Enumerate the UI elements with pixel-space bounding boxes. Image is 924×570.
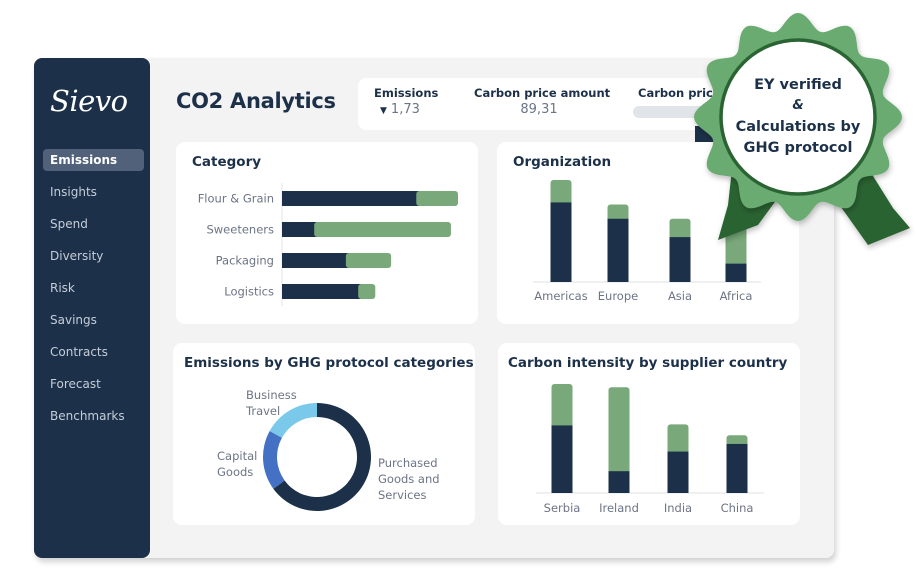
- intensity-chart: Serbia Ireland India China: [536, 384, 764, 515]
- kpi-emissions-value: ▼ 1,73: [374, 102, 438, 117]
- page-title: CO2 Analytics: [176, 89, 336, 113]
- badge-line-4: GHG protocol: [744, 140, 853, 156]
- ghg-slice-label-line: Purchased: [378, 456, 438, 470]
- ghg-slice-label-line: Goods: [217, 465, 253, 479]
- triangle-down-icon: ▼: [380, 106, 387, 116]
- sidebar-item-forecast[interactable]: Forecast: [43, 373, 144, 395]
- ghg-slice-label-line: Goods and: [378, 472, 440, 486]
- ghg-card: Emissions by GHG protocol categories Pur…: [173, 343, 475, 525]
- intensity-category-label: China: [721, 501, 754, 515]
- category-bar-base: [282, 253, 349, 268]
- intensity-bar-additional: [667, 424, 689, 455]
- kpi-carbon-price-amount-value: 89,31: [520, 102, 558, 117]
- sidebar-item-benchmarks[interactable]: Benchmarks: [43, 405, 144, 427]
- ey-verified-badge: EY verified & Calculations by GHG protoc…: [688, 10, 924, 255]
- sidebar-item-contracts[interactable]: Contracts: [43, 341, 144, 363]
- category-label: Packaging: [216, 254, 274, 268]
- kpi-carbon-price-amount: Carbon price amount 89,31: [474, 86, 611, 117]
- sidebar: Sievo Emissions Insights Spend Diversity…: [34, 58, 150, 558]
- category-chart: Flour & Grain Sweeteners Packaging Logistic…: [198, 183, 458, 306]
- organization-bar-base-overlay: [725, 263, 747, 282]
- category-bar-base: [282, 222, 318, 237]
- sidebar-item-insights[interactable]: Insights: [43, 181, 144, 203]
- category-bar-additional: [345, 253, 392, 268]
- sidebar-item-spend[interactable]: Spend: [43, 213, 144, 235]
- sidebar-nav: Emissions Insights Spend Diversity Risk …: [43, 149, 144, 437]
- ghg-slice-label: Capital Goods: [217, 449, 257, 479]
- intensity-card: Carbon intensity by supplier country Ser…: [498, 343, 800, 525]
- intensity-category-label: India: [664, 501, 692, 515]
- badge-line-3: Calculations by: [736, 119, 861, 135]
- intensity-bar-base-overlay: [726, 443, 748, 493]
- organization-category-label: Europe: [598, 289, 638, 303]
- category-label: Sweeteners: [206, 223, 274, 237]
- organization-bar-base-overlay: [607, 218, 629, 282]
- sievo-logo: Sievo: [50, 84, 128, 118]
- kpi-carbon-price-amount-label: Carbon price amount: [474, 86, 611, 100]
- sidebar-item-risk[interactable]: Risk: [43, 277, 144, 299]
- kpi-emissions-number: 1,73: [390, 102, 420, 117]
- intensity-bar-base-overlay: [551, 425, 573, 493]
- category-bar-additional: [358, 284, 376, 299]
- category-label: Logistics: [224, 285, 274, 299]
- ghg-slice-label-line: Travel: [245, 404, 280, 418]
- organization-bar-base-overlay: [550, 202, 572, 282]
- kpi-emissions: Emissions ▼ 1,73: [374, 86, 438, 117]
- category-card: Category Flour & Grain Sweeteners Packagin…: [176, 142, 478, 324]
- sidebar-item-diversity[interactable]: Diversity: [43, 245, 144, 267]
- intensity-bar-base-overlay: [667, 451, 689, 493]
- intensity-bar-additional: [608, 387, 630, 475]
- badge-inner: [727, 46, 869, 188]
- ghg-slice-label: Purchased Goods and Services: [378, 456, 440, 502]
- ghg-slice: [263, 430, 285, 489]
- ghg-slice-label-line: Capital: [217, 449, 257, 463]
- intensity-category-label: Ireland: [599, 501, 639, 515]
- category-bar-base: [282, 284, 362, 299]
- category-bar-additional: [416, 191, 458, 206]
- kpi-emissions-label: Emissions: [374, 86, 439, 100]
- organization-category-label: Africa: [720, 289, 753, 303]
- badge-line-2: &: [792, 98, 803, 113]
- intensity-bar-base-overlay: [608, 471, 630, 493]
- organization-bar-additional: [550, 180, 572, 206]
- organization-category-label: Americas: [534, 289, 587, 303]
- organization-category-label: Asia: [668, 289, 692, 303]
- ghg-donut-chart: Purchased Goods and Services Capital Goods Bu…: [217, 388, 440, 511]
- category-bar-additional: [314, 222, 451, 237]
- sidebar-item-savings[interactable]: Savings: [43, 309, 144, 331]
- ghg-slice-label-line: Services: [378, 488, 427, 502]
- ghg-slice-label-line: Business: [246, 388, 297, 402]
- category-bar-base: [282, 191, 420, 206]
- category-label: Flour & Grain: [198, 192, 274, 206]
- badge-line-1: EY verified: [754, 77, 842, 93]
- intensity-bar-additional: [551, 384, 573, 429]
- intensity-category-label: Serbia: [544, 501, 581, 515]
- sidebar-item-emissions[interactable]: Emissions: [43, 149, 144, 171]
- badge-graphic: EY verified & Calculations by GHG protoc…: [694, 13, 910, 245]
